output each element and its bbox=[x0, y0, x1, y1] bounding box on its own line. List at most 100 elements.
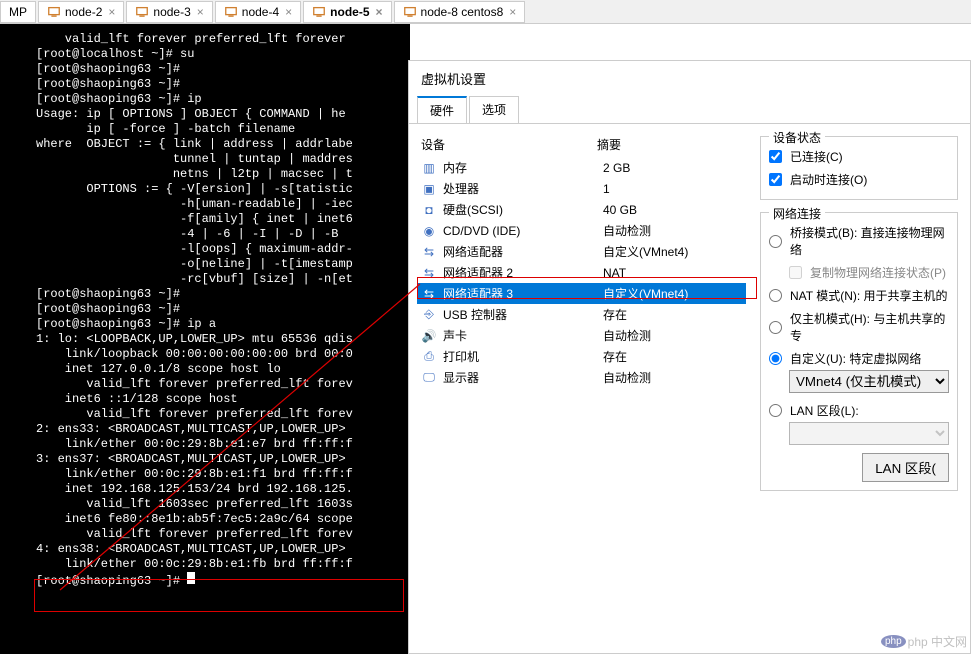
device-row[interactable]: ⇆ 网络适配器 3自定义(VMnet4) bbox=[417, 283, 746, 304]
tab-hardware[interactable]: 硬件 bbox=[417, 96, 467, 123]
device-row[interactable]: ⎙打印机存在 bbox=[417, 346, 746, 367]
device-name: 内存 bbox=[443, 159, 603, 176]
hostonly-input[interactable] bbox=[769, 321, 782, 334]
device-row[interactable]: ⎆ USB 控制器存在 bbox=[417, 304, 746, 325]
device-row[interactable]: ▣处理器1 bbox=[417, 178, 746, 199]
tab-label: MP bbox=[9, 5, 27, 19]
tab-node-5[interactable]: node-5 × bbox=[303, 1, 391, 23]
watermark: php php 中文网 bbox=[881, 633, 967, 650]
cd-icon: ◉ bbox=[421, 223, 437, 239]
close-icon[interactable]: × bbox=[509, 5, 516, 19]
device-row[interactable]: 🖵 显示器自动检测 bbox=[417, 367, 746, 388]
net-icon: ⇆ bbox=[421, 244, 437, 260]
connected-checkbox[interactable]: 已连接(C) bbox=[769, 145, 949, 168]
tab-label: node-8 centos8 bbox=[421, 5, 504, 19]
connect-at-power-checkbox[interactable]: 启动时连接(O) bbox=[769, 168, 949, 191]
tab-label: node-3 bbox=[153, 5, 190, 19]
close-icon[interactable]: × bbox=[376, 5, 383, 19]
tab-mp[interactable]: MP bbox=[0, 1, 36, 23]
device-name: 打印机 bbox=[443, 348, 603, 365]
connected-label: 已连接(C) bbox=[790, 148, 843, 165]
php-icon: php bbox=[881, 635, 906, 648]
disk-icon: ◘ bbox=[421, 202, 437, 218]
watermark-text: php 中文网 bbox=[908, 633, 967, 650]
lan-segment-button[interactable]: LAN 区段( bbox=[862, 453, 949, 482]
device-summary: NAT bbox=[603, 266, 742, 280]
printer-icon: ⎙ bbox=[421, 349, 437, 365]
device-list-header: 设备 摘要 bbox=[417, 132, 746, 157]
device-summary: 自定义(VMnet4) bbox=[603, 285, 742, 302]
group-title: 设备状态 bbox=[769, 129, 825, 146]
hostonly-radio[interactable]: 仅主机模式(H): 与主机共享的专 bbox=[769, 307, 949, 347]
lan-segment-select[interactable] bbox=[789, 422, 949, 445]
device-summary: 自定义(VMnet4) bbox=[603, 243, 742, 260]
device-row[interactable]: ⇆ 网络适配器自定义(VMnet4) bbox=[417, 241, 746, 262]
device-summary: 2 GB bbox=[603, 161, 742, 175]
tab-bar: MP node-2 × node-3 × node-4 × node-5 × n… bbox=[0, 0, 971, 24]
lan-radio[interactable]: LAN 区段(L): bbox=[769, 399, 949, 422]
device-summary: 40 GB bbox=[603, 203, 742, 217]
device-summary: 存在 bbox=[603, 306, 742, 323]
device-row[interactable]: ◉ CD/DVD (IDE)自动检测 bbox=[417, 220, 746, 241]
net-icon: ⇆ bbox=[421, 286, 437, 302]
vm-icon bbox=[403, 5, 417, 19]
col-device: 设备 bbox=[417, 136, 597, 153]
device-name: USB 控制器 bbox=[443, 306, 603, 323]
custom-label: 自定义(U): 特定虚拟网络 bbox=[790, 350, 921, 367]
device-row[interactable]: ◘ 硬盘(SCSI)40 GB bbox=[417, 199, 746, 220]
connected-input[interactable] bbox=[769, 150, 782, 163]
terminal[interactable]: valid_lft forever preferred_lft forever … bbox=[0, 24, 410, 654]
vm-icon bbox=[312, 5, 326, 19]
device-row[interactable]: ⇆ 网络适配器 2NAT bbox=[417, 262, 746, 283]
device-summary: 自动检测 bbox=[603, 327, 742, 344]
device-list: 设备 摘要 ▥ 内存2 GB ▣处理器1 ◘ 硬盘(SCSI)40 GB ◉ CD/DVD … bbox=[417, 132, 746, 645]
device-summary: 自动检测 bbox=[603, 222, 742, 239]
hostonly-label: 仅主机模式(H): 与主机共享的专 bbox=[790, 310, 949, 344]
replicate-checkbox: 复制物理网络连接状态(P) bbox=[789, 261, 949, 284]
settings-tabs: 硬件 选项 bbox=[409, 96, 970, 124]
custom-radio[interactable]: 自定义(U): 特定虚拟网络 bbox=[769, 347, 949, 370]
device-row[interactable]: ▥ 内存2 GB bbox=[417, 157, 746, 178]
group-title: 网络连接 bbox=[769, 205, 825, 222]
lan-input[interactable] bbox=[769, 404, 782, 417]
vm-settings-dialog: 虚拟机设置 硬件 选项 设备 摘要 ▥ 内存2 GB ▣处理器1 ◘ 硬盘(SCSI)4… bbox=[408, 60, 971, 654]
bridge-radio[interactable]: 桥接模式(B): 直接连接物理网络 bbox=[769, 221, 949, 261]
custom-network-select[interactable]: VMnet4 (仅主机模式) bbox=[789, 370, 949, 393]
device-name: 网络适配器 3 bbox=[443, 285, 603, 302]
device-row[interactable]: 🔊声卡自动检测 bbox=[417, 325, 746, 346]
device-name: 声卡 bbox=[443, 327, 603, 344]
cpu-icon: ▣ bbox=[421, 181, 437, 197]
nat-radio[interactable]: NAT 模式(N): 用于共享主机的 bbox=[769, 284, 949, 307]
device-name: 网络适配器 2 bbox=[443, 264, 603, 281]
vm-icon bbox=[47, 5, 61, 19]
bridge-input[interactable] bbox=[769, 235, 782, 248]
usb-icon: ⎆ bbox=[421, 307, 437, 323]
device-summary: 1 bbox=[603, 182, 742, 196]
tab-options[interactable]: 选项 bbox=[469, 96, 519, 123]
tab-node-8[interactable]: node-8 centos8 × bbox=[394, 1, 526, 23]
tab-node-3[interactable]: node-3 × bbox=[126, 1, 212, 23]
nat-input[interactable] bbox=[769, 289, 782, 302]
tab-label: node-4 bbox=[242, 5, 279, 19]
close-icon[interactable]: × bbox=[197, 5, 204, 19]
close-icon[interactable]: × bbox=[285, 5, 292, 19]
close-icon[interactable]: × bbox=[108, 5, 115, 19]
device-name: 显示器 bbox=[443, 369, 603, 386]
connect-at-power-input[interactable] bbox=[769, 173, 782, 186]
display-icon: 🖵 bbox=[421, 370, 437, 386]
device-name: 硬盘(SCSI) bbox=[443, 201, 603, 218]
tab-node-2[interactable]: node-2 × bbox=[38, 1, 124, 23]
device-name: 网络适配器 bbox=[443, 243, 603, 260]
net-icon: ⇆ bbox=[421, 265, 437, 281]
vm-icon bbox=[135, 5, 149, 19]
device-status-group: 设备状态 已连接(C) 启动时连接(O) bbox=[760, 136, 958, 200]
memory-icon: ▥ bbox=[421, 160, 437, 176]
custom-input[interactable] bbox=[769, 352, 782, 365]
tab-label: node-2 bbox=[65, 5, 102, 19]
device-summary: 自动检测 bbox=[603, 369, 742, 386]
tab-node-4[interactable]: node-4 × bbox=[215, 1, 301, 23]
dialog-title: 虚拟机设置 bbox=[409, 61, 970, 96]
bridge-label: 桥接模式(B): 直接连接物理网络 bbox=[790, 224, 949, 258]
connect-at-power-label: 启动时连接(O) bbox=[790, 171, 867, 188]
device-name: CD/DVD (IDE) bbox=[443, 224, 603, 238]
